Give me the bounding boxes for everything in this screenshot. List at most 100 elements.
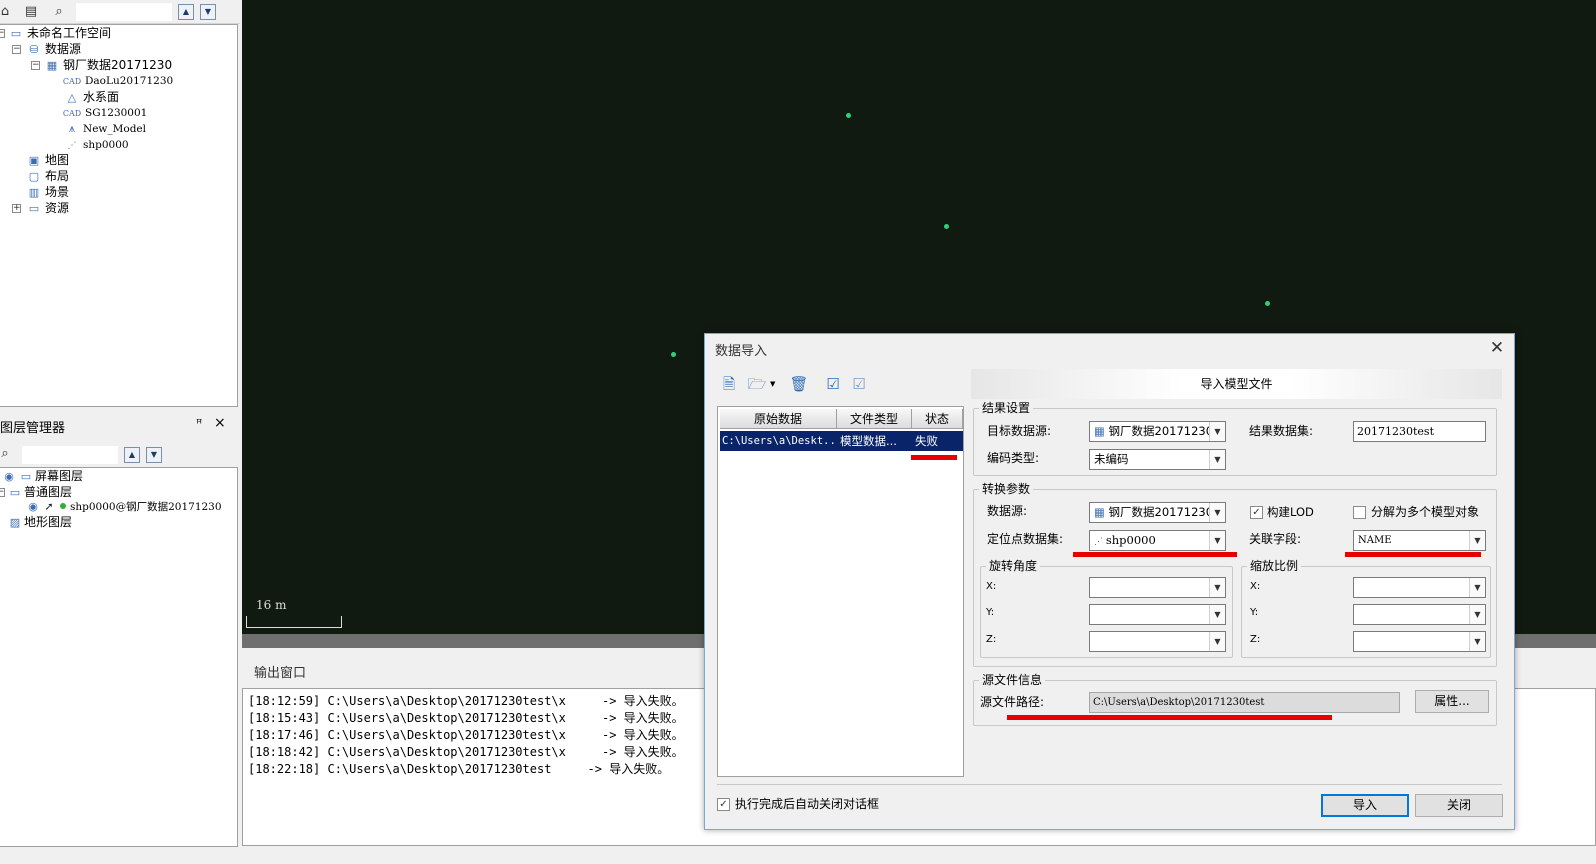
- group-title: 转换参数: [979, 482, 1034, 496]
- tree-item-dataset-model[interactable]: ⩚ New_Model: [64, 121, 146, 137]
- map-point[interactable]: [846, 113, 851, 118]
- map-point[interactable]: [1265, 301, 1270, 306]
- move-down-button[interactable]: ▼: [200, 4, 216, 20]
- tree-item-scenes[interactable]: ▥ 场景: [26, 184, 69, 200]
- dialog-title: 数据导入: [715, 344, 768, 359]
- chevron-down-icon[interactable]: ▼: [770, 380, 775, 388]
- table-row[interactable]: C:\Users\a\Deskt... 模型数据... 失败: [720, 431, 963, 451]
- tree-item-resources[interactable]: ▭ 资源: [26, 200, 69, 216]
- split-model-checkbox[interactable]: [1353, 506, 1366, 519]
- chevron-down-icon[interactable]: ▼: [1469, 578, 1485, 597]
- selectable-arrow-icon[interactable]: ➚: [43, 499, 55, 515]
- layer-group-normal[interactable]: ▭ 普通图层: [8, 484, 72, 500]
- tree-item-maps[interactable]: ▣ 地图: [26, 152, 69, 168]
- scale-z-select[interactable]: ▼: [1353, 631, 1486, 652]
- chevron-down-icon[interactable]: ▼: [1209, 450, 1225, 469]
- associated-field-select[interactable]: NAME ▼: [1353, 530, 1486, 551]
- region-dataset-icon: △: [67, 91, 77, 104]
- model-dataset-icon: ⩚: [68, 122, 76, 135]
- tree-item-dataset-shp[interactable]: ⋰ shp0000: [64, 137, 129, 153]
- build-lod-checkbox[interactable]: ✓: [1250, 506, 1263, 519]
- column-header-type[interactable]: 文件类型: [837, 409, 912, 429]
- encoding-type-select[interactable]: 未编码 ▼: [1089, 449, 1226, 470]
- scale-z-label: Z:: [1250, 634, 1261, 645]
- close-icon[interactable]: ✕: [1487, 338, 1507, 358]
- tree-item-dataset-sg[interactable]: CAD SG1230001: [62, 105, 148, 121]
- select-all-icon[interactable]: ☑: [823, 374, 843, 394]
- workspace-search-input[interactable]: [76, 3, 172, 21]
- anchor-dataset-label: 定位点数据集:: [987, 532, 1064, 546]
- collapse-icon[interactable]: −: [0, 488, 5, 497]
- rotation-z-select[interactable]: ▼: [1089, 631, 1226, 652]
- layer-item-shp0000[interactable]: ◉ ➚ shp0000@钢厂数据20171230: [26, 499, 221, 515]
- move-up-button[interactable]: ▲: [124, 447, 140, 463]
- chevron-down-icon[interactable]: ▼: [1469, 632, 1485, 651]
- eye-icon[interactable]: ◉: [2, 469, 16, 485]
- result-dataset-input[interactable]: 20171230test: [1353, 421, 1486, 442]
- auto-close-checkbox[interactable]: ✓: [717, 798, 730, 811]
- chevron-down-icon[interactable]: ▼: [1209, 503, 1225, 522]
- group-title: 源文件信息: [979, 673, 1046, 687]
- log-line: [18:15:43] C:\Users\a\Desktop\20171230te…: [248, 711, 684, 725]
- move-down-button[interactable]: ▼: [146, 447, 162, 463]
- document-icon[interactable]: ▤: [22, 3, 40, 21]
- move-up-button[interactable]: ▲: [178, 4, 194, 20]
- delete-icon[interactable]: 🗑: [789, 374, 809, 394]
- rotation-y-select[interactable]: ▼: [1089, 604, 1226, 625]
- chevron-down-icon[interactable]: ▼: [1209, 422, 1225, 441]
- tree-item-datasource-gangchang[interactable]: ▦ 钢厂数据20171230: [44, 57, 172, 73]
- add-folder-icon[interactable]: 🗁: [747, 374, 767, 394]
- collapse-icon[interactable]: −: [31, 61, 40, 70]
- invert-selection-icon[interactable]: ☑: [849, 374, 869, 394]
- chevron-down-icon[interactable]: ▼: [1469, 531, 1485, 550]
- cad-dataset-icon: CAD: [62, 77, 82, 86]
- eye-icon[interactable]: ◉: [26, 499, 40, 515]
- collapse-icon[interactable]: −: [12, 45, 21, 54]
- column-header-status[interactable]: 状态: [912, 409, 963, 429]
- rotation-x-label: X:: [986, 581, 997, 592]
- database-icon: ▦: [1094, 424, 1109, 438]
- import-file-list[interactable]: 原始数据 文件类型 状态 C:\Users\a\Deskt... 模型数据...…: [717, 406, 964, 777]
- collapse-icon[interactable]: −: [0, 29, 5, 38]
- layer-group-terrain[interactable]: ▨ 地形图层: [8, 514, 72, 530]
- open-workspace-icon[interactable]: ⌂: [0, 3, 14, 21]
- column-header-source[interactable]: 原始数据: [720, 409, 837, 429]
- datasource-select[interactable]: ▦ 钢厂数据20171230 ▼: [1089, 502, 1226, 523]
- tree-item-datasources[interactable]: ⛁ 数据源: [26, 41, 81, 57]
- scale-y-select[interactable]: ▼: [1353, 604, 1486, 625]
- layer-manager-toolbar: ⌕ ▲ ▼: [0, 444, 240, 466]
- tree-item-dataset-daolu[interactable]: CAD DaoLu20171230: [62, 73, 173, 89]
- tree-item-workspace[interactable]: ▭ 未命名工作空间: [8, 25, 111, 41]
- layer-group-icon: ▭: [9, 486, 21, 499]
- pin-icon[interactable]: ꟸ: [196, 417, 202, 430]
- chevron-down-icon[interactable]: ▼: [1209, 578, 1225, 597]
- annotation-underline: [1073, 552, 1237, 557]
- source-path-input[interactable]: C:\Users\a\Desktop\20171230test: [1089, 692, 1400, 713]
- target-datasource-select[interactable]: ▦ 钢厂数据20171230 ▼: [1089, 421, 1226, 442]
- point-dataset-icon: ⋰: [1094, 537, 1106, 547]
- close-button[interactable]: 关闭: [1415, 794, 1503, 817]
- add-file-icon[interactable]: 🗎: [719, 374, 739, 394]
- map-point[interactable]: [944, 224, 949, 229]
- scene-icon: ▥: [28, 186, 40, 199]
- layer-group-screen[interactable]: ◉ ▭ 屏幕图层: [2, 468, 83, 484]
- annotation-underline: [911, 455, 957, 460]
- anchor-dataset-select[interactable]: ⋰ shp0000 ▼: [1089, 530, 1226, 551]
- search-icon[interactable]: ⌕: [0, 445, 14, 463]
- search-icon[interactable]: ⌕: [50, 3, 68, 21]
- close-icon[interactable]: ×: [214, 415, 226, 431]
- tree-item-layouts[interactable]: ▢ 布局: [26, 168, 69, 184]
- properties-button[interactable]: 属性...: [1415, 690, 1489, 713]
- scale-x-select[interactable]: ▼: [1353, 577, 1486, 598]
- tree-item-dataset-water[interactable]: △ 水系面: [64, 89, 119, 105]
- layer-search-input[interactable]: [22, 446, 118, 464]
- rotation-x-select[interactable]: ▼: [1089, 577, 1226, 598]
- chevron-down-icon[interactable]: ▼: [1469, 605, 1485, 624]
- chevron-down-icon[interactable]: ▼: [1209, 605, 1225, 624]
- import-button[interactable]: 导入: [1321, 794, 1409, 817]
- chevron-down-icon[interactable]: ▼: [1209, 632, 1225, 651]
- chevron-down-icon[interactable]: ▼: [1209, 531, 1225, 550]
- map-point[interactable]: [671, 352, 676, 357]
- expand-icon[interactable]: +: [12, 204, 21, 213]
- annotation-underline: [1007, 715, 1332, 720]
